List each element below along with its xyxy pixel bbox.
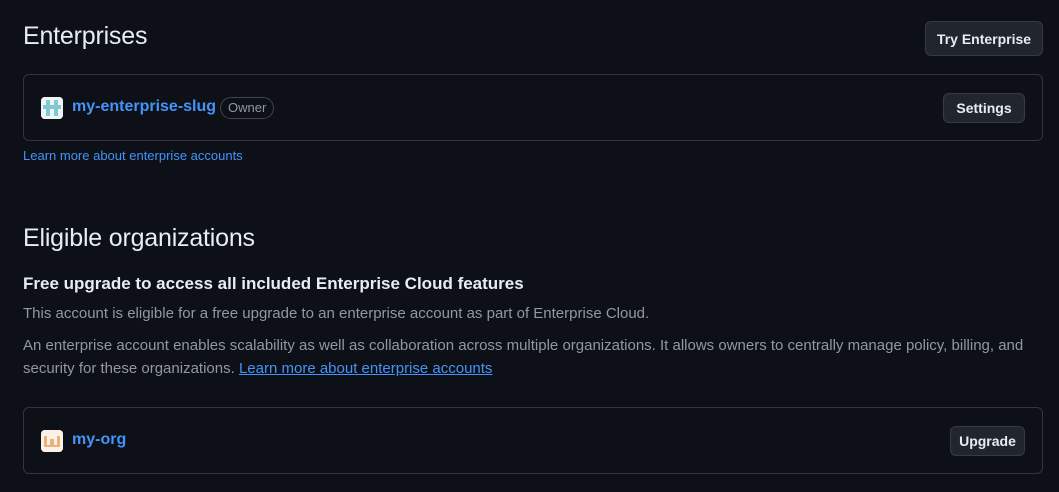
enterprise-avatar-icon: [41, 97, 63, 119]
enterprise-description-text: An enterprise account enables scalabilit…: [23, 337, 1024, 377]
enterprises-title: Enterprises: [23, 22, 148, 50]
try-enterprise-button[interactable]: Try Enterprise: [925, 21, 1043, 56]
settings-button[interactable]: Settings: [943, 93, 1025, 123]
eligibility-text: This account is eligible for a free upgr…: [23, 305, 650, 322]
enterprise-name-link[interactable]: my-enterprise-slug: [72, 98, 216, 116]
free-upgrade-heading: Free upgrade to access all included Ente…: [23, 274, 524, 293]
owner-badge: Owner: [220, 97, 275, 119]
org-name-link[interactable]: my-org: [72, 431, 126, 449]
upgrade-button[interactable]: Upgrade: [950, 426, 1025, 456]
org-row: my-org Upgrade: [23, 407, 1043, 474]
page: Enterprises Try Enterprise my-enterprise…: [0, 0, 1059, 492]
enterprise-description: An enterprise account enables scalabilit…: [23, 334, 1043, 380]
learn-more-inline-link[interactable]: Learn more about enterprise accounts: [239, 360, 492, 377]
enterprise-row: my-enterprise-slug Owner Settings: [23, 74, 1043, 141]
org-avatar-icon: [41, 430, 63, 452]
eligible-organizations-title: Eligible organizations: [23, 224, 255, 252]
learn-more-enterprise-link[interactable]: Learn more about enterprise accounts: [23, 148, 243, 163]
